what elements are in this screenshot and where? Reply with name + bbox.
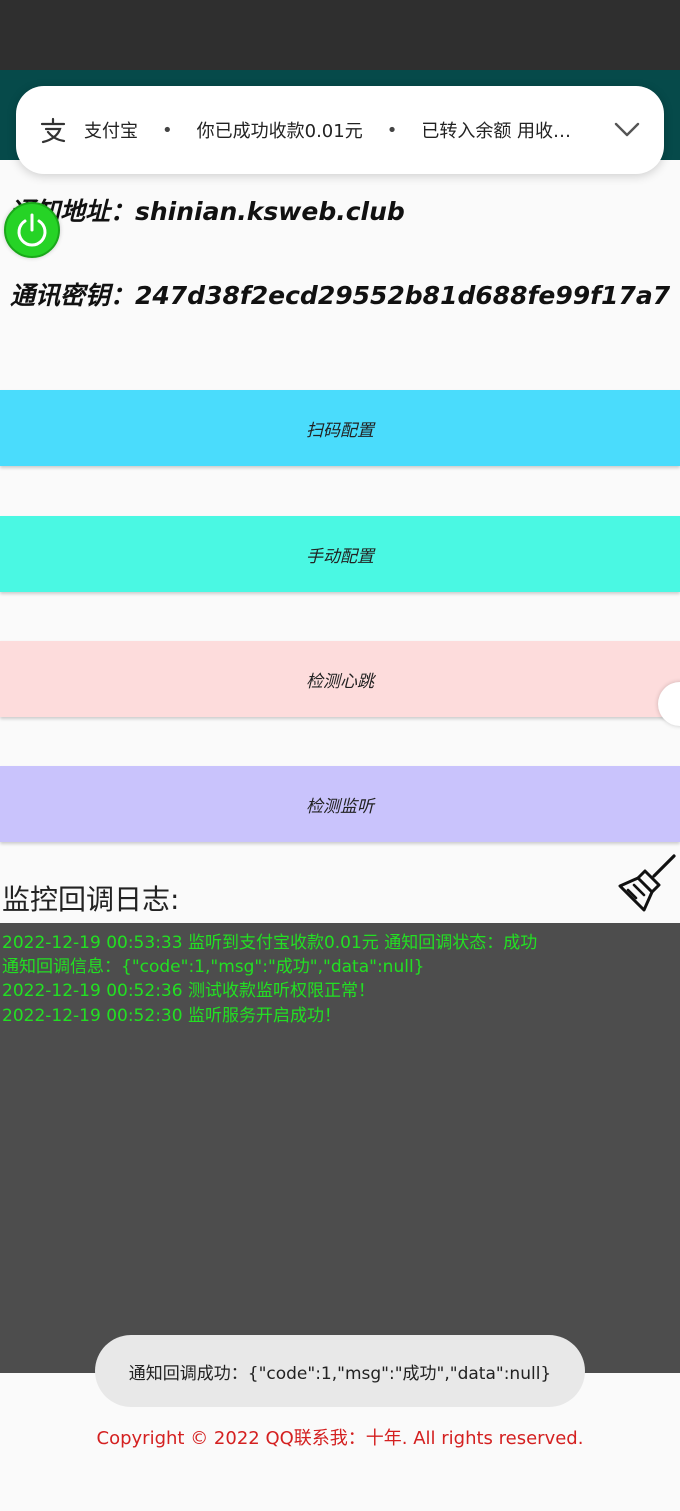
log-title: 监控回调日志: <box>2 883 180 916</box>
power-icon[interactable] <box>4 202 60 258</box>
notification-app-name: 支付宝 <box>84 121 138 142</box>
check-listen-button[interactable]: 检测监听 <box>0 766 680 842</box>
log-line: 2022-12-19 00:52:30 监听服务开启成功！ <box>2 1006 341 1026</box>
check-heartbeat-button[interactable]: 检测心跳 <box>0 641 680 717</box>
notification-separator: • <box>162 119 173 141</box>
toast-message: 通知回调成功：{"code":1,"msg":"成功","data":null} <box>95 1335 585 1407</box>
scan-config-button[interactable]: 扫码配置 <box>0 390 680 466</box>
manual-config-button[interactable]: 手动配置 <box>0 516 680 592</box>
copyright-text: Copyright © 2022 QQ联系我：十年. All rights re… <box>96 1428 584 1449</box>
chevron-down-icon[interactable] <box>612 114 642 144</box>
notification-body: 已转入余额 用收… <box>421 121 572 142</box>
alipay-icon <box>38 115 68 145</box>
secret-key-line: 通讯密钥：247d38f2ecd29552b81d688fe99f17a7 <box>10 281 671 310</box>
log-line: 通知回调信息：{"code":1,"msg":"成功","data":null} <box>2 957 425 977</box>
notification-banner[interactable]: 支付宝 • 你已成功收款0.01元 • 已转入余额 用收… <box>16 86 664 174</box>
notification-separator: • <box>386 119 398 141</box>
log-line: 2022-12-19 00:52:36 测试收款监听权限正常！ <box>2 981 375 1001</box>
log-line: 2022-12-19 00:53:33 监听到支付宝收款0.01元 通知回调状态… <box>2 933 538 953</box>
status-bar <box>0 0 680 70</box>
notify-url-line: 通知地址：shinian.ksweb.club <box>10 197 405 226</box>
broom-icon[interactable] <box>614 852 678 916</box>
notification-title: 你已成功收款0.01元 <box>196 121 363 142</box>
